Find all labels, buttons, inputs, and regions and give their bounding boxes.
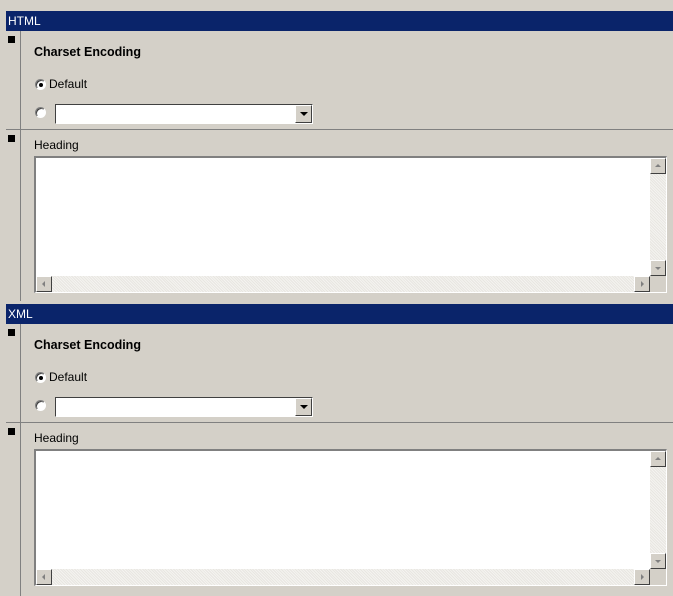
arrow-up-icon <box>655 457 661 460</box>
default-radio[interactable] <box>35 372 46 383</box>
group-marker-icon <box>8 428 15 435</box>
heading-textarea[interactable] <box>34 449 667 586</box>
horizontal-scrollbar[interactable] <box>36 569 650 585</box>
group-gutter <box>6 423 21 596</box>
scrollbar-corner <box>650 276 666 292</box>
scroll-right-button[interactable] <box>634 276 650 292</box>
xml-section-header: XML <box>6 304 673 324</box>
heading-label: Heading <box>34 138 79 152</box>
arrow-right-icon <box>641 574 644 580</box>
settings-panel: HTML Charset Encoding Default Heading XM… <box>0 0 673 596</box>
scroll-right-button[interactable] <box>634 569 650 585</box>
charset-combo[interactable] <box>55 397 313 417</box>
chevron-down-icon <box>300 405 308 409</box>
horizontal-scrollbar[interactable] <box>36 276 650 292</box>
charset-encoding-title: Charset Encoding <box>34 45 141 59</box>
group-marker-icon <box>8 36 15 43</box>
charset-encoding-title: Charset Encoding <box>34 338 141 352</box>
scroll-up-button[interactable] <box>650 158 666 174</box>
charset-combo-dropdown-button[interactable] <box>295 398 312 416</box>
html-charset-group: Charset Encoding Default <box>6 31 673 130</box>
html-section: HTML Charset Encoding Default Heading <box>6 11 673 301</box>
charset-combo[interactable] <box>55 104 313 124</box>
arrow-left-icon <box>42 574 45 580</box>
scroll-left-button[interactable] <box>36 276 52 292</box>
charset-combo-dropdown-button[interactable] <box>295 105 312 123</box>
arrow-down-icon <box>655 560 661 563</box>
arrow-down-icon <box>655 267 661 270</box>
group-marker-icon <box>8 135 15 142</box>
arrow-up-icon <box>655 164 661 167</box>
scroll-up-button[interactable] <box>650 451 666 467</box>
default-radio-label[interactable]: Default <box>49 370 87 384</box>
vertical-scrollbar[interactable] <box>650 451 666 569</box>
chevron-down-icon <box>300 112 308 116</box>
html-heading-group: Heading <box>6 130 673 301</box>
scrollbar-corner <box>650 569 666 585</box>
xml-section: XML Charset Encoding Default Heading <box>6 304 673 596</box>
vertical-scrollbar[interactable] <box>650 158 666 276</box>
scroll-down-button[interactable] <box>650 553 666 569</box>
group-gutter <box>6 31 21 129</box>
heading-textarea[interactable] <box>34 156 667 293</box>
heading-label: Heading <box>34 431 79 445</box>
custom-charset-radio[interactable] <box>35 400 46 411</box>
default-radio[interactable] <box>35 79 46 90</box>
custom-charset-radio[interactable] <box>35 107 46 118</box>
arrow-right-icon <box>641 281 644 287</box>
arrow-left-icon <box>42 281 45 287</box>
group-marker-icon <box>8 329 15 336</box>
html-section-header: HTML <box>6 11 673 31</box>
scroll-down-button[interactable] <box>650 260 666 276</box>
default-radio-label[interactable]: Default <box>49 77 87 91</box>
group-gutter <box>6 324 21 422</box>
scroll-left-button[interactable] <box>36 569 52 585</box>
xml-charset-group: Charset Encoding Default <box>6 324 673 423</box>
xml-heading-group: Heading <box>6 423 673 596</box>
group-gutter <box>6 130 21 301</box>
